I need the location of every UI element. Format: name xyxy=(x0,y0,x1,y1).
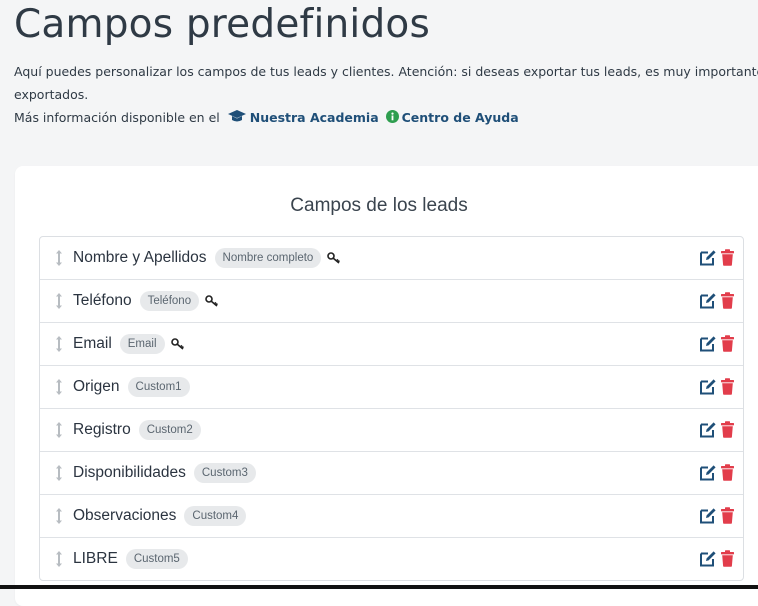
trash-icon[interactable] xyxy=(720,378,735,395)
row-actions xyxy=(699,507,735,524)
field-row[interactable]: Origen Custom1 xyxy=(40,366,743,409)
fields-list: Nombre y Apellidos Nombre completo Teléfon… xyxy=(39,236,744,581)
drag-handle-icon[interactable] xyxy=(53,507,65,525)
field-name: Disponibilidades xyxy=(73,464,186,481)
trash-icon[interactable] xyxy=(720,421,735,438)
page-title: Campos predefinidos xyxy=(14,2,430,47)
field-name: Email xyxy=(73,335,112,352)
field-name: Registro xyxy=(73,421,131,438)
field-tag-badge: Custom2 xyxy=(138,420,201,440)
edit-icon[interactable] xyxy=(699,249,717,266)
more-info-line: Más información disponible en el Nuestra… xyxy=(14,106,758,129)
field-row[interactable]: Registro Custom2 xyxy=(40,409,743,452)
row-actions xyxy=(699,292,735,309)
field-row[interactable]: Email Email xyxy=(40,323,743,366)
key-icon xyxy=(170,338,185,350)
academy-link[interactable]: Nuestra Academia xyxy=(250,110,379,125)
intro-line-1: Aquí puedes personalizar los campos de t… xyxy=(14,64,758,79)
help-center-link[interactable]: Centro de Ayuda xyxy=(402,110,519,125)
edit-icon[interactable] xyxy=(699,378,717,395)
field-row[interactable]: Disponibilidades Custom3 xyxy=(40,452,743,495)
field-name: LIBRE xyxy=(73,550,118,567)
graduation-cap-icon xyxy=(227,107,247,130)
more-info-prefix: Más información disponible en el xyxy=(14,110,220,125)
drag-handle-icon[interactable] xyxy=(53,249,65,267)
field-tag-badge: Email xyxy=(119,334,165,354)
field-tag-badge: Nombre completo xyxy=(214,248,322,268)
field-tag-badge: Custom5 xyxy=(125,549,188,569)
row-actions xyxy=(699,464,735,481)
field-tag-badge: Custom1 xyxy=(127,377,190,397)
drag-handle-icon[interactable] xyxy=(53,550,65,568)
row-actions xyxy=(699,378,735,395)
field-name: Origen xyxy=(73,378,120,395)
trash-icon[interactable] xyxy=(720,550,735,567)
field-name: Observaciones xyxy=(73,507,177,524)
drag-handle-icon[interactable] xyxy=(53,335,65,353)
info-circle-icon xyxy=(385,107,399,130)
row-actions xyxy=(699,550,735,567)
drag-handle-icon[interactable] xyxy=(53,464,65,482)
field-tag-badge: Teléfono xyxy=(139,291,200,311)
edit-icon[interactable] xyxy=(699,464,717,481)
field-tag-badge: Custom3 xyxy=(193,463,256,483)
field-tag-badge: Custom4 xyxy=(184,506,247,526)
drag-handle-icon[interactable] xyxy=(53,292,65,310)
key-icon xyxy=(205,295,219,307)
intro-line-2: exportados. xyxy=(14,87,89,102)
trash-icon[interactable] xyxy=(720,464,735,481)
field-row[interactable]: Teléfono Teléfono xyxy=(40,280,743,323)
field-name: Teléfono xyxy=(73,292,132,309)
edit-icon[interactable] xyxy=(699,550,717,567)
trash-icon[interactable] xyxy=(720,292,735,309)
edit-icon[interactable] xyxy=(699,421,717,438)
drag-handle-icon[interactable] xyxy=(53,378,65,396)
row-actions xyxy=(699,335,735,352)
edit-icon[interactable] xyxy=(699,335,717,352)
drag-handle-icon[interactable] xyxy=(53,421,65,439)
key-icon xyxy=(327,252,341,264)
intro-text: Aquí puedes personalizar los campos de t… xyxy=(14,60,758,129)
row-actions xyxy=(699,249,735,266)
edit-icon[interactable] xyxy=(699,292,717,309)
card-title: Campos de los leads xyxy=(290,195,468,216)
row-actions xyxy=(699,421,735,438)
field-row[interactable]: Nombre y Apellidos Nombre completo xyxy=(40,237,743,280)
trash-icon[interactable] xyxy=(720,249,735,266)
trash-icon[interactable] xyxy=(720,507,735,524)
edit-icon[interactable] xyxy=(699,507,717,524)
field-name: Nombre y Apellidos xyxy=(73,249,207,266)
window-bottom-border xyxy=(0,585,758,589)
field-row[interactable]: Observaciones Custom4 xyxy=(40,495,743,538)
field-row[interactable]: LIBRE Custom5 xyxy=(40,538,743,580)
trash-icon[interactable] xyxy=(720,335,735,352)
